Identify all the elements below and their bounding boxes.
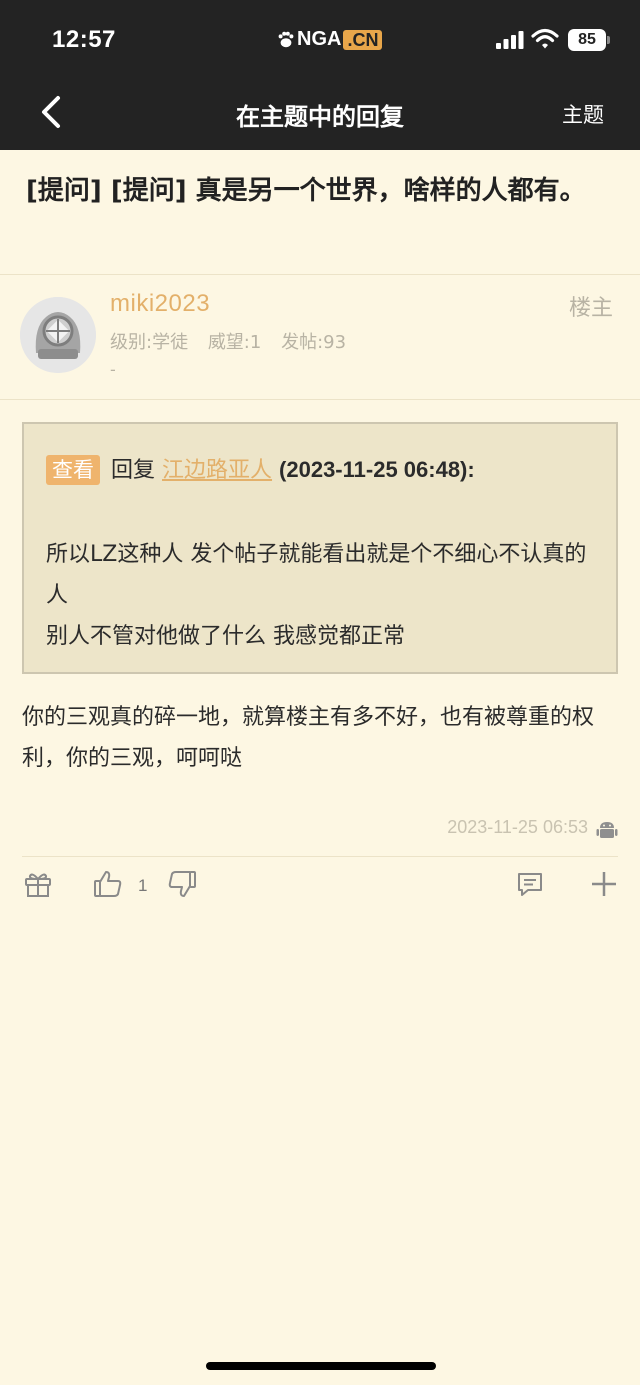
top-bar: 12:57 NGA .CN 85 在主题中的回复 主题 bbox=[0, 0, 640, 150]
reply-prefix: 回复 bbox=[111, 458, 156, 483]
add-icon[interactable] bbox=[588, 868, 620, 900]
diving-helmet-icon bbox=[20, 297, 96, 373]
home-indicator[interactable] bbox=[206, 1362, 436, 1370]
divider bbox=[0, 274, 640, 275]
topic-link-button[interactable]: 主题 bbox=[562, 99, 604, 129]
battery-tip bbox=[607, 36, 610, 44]
thumbs-down-icon[interactable] bbox=[166, 868, 198, 900]
author-meta: 级别:学徒 威望:1 发帖:93 bbox=[110, 328, 360, 354]
android-icon bbox=[596, 822, 618, 838]
author-username[interactable]: miki2023 bbox=[110, 290, 210, 318]
view-quote-button[interactable]: 查看 bbox=[46, 455, 100, 485]
comment-icon[interactable] bbox=[514, 868, 546, 900]
author-signature: - bbox=[110, 360, 116, 379]
brand-cn: .CN bbox=[343, 29, 383, 50]
author-posts: 发帖:93 bbox=[281, 332, 347, 353]
quoted-user-link[interactable]: 江边路亚人 bbox=[162, 458, 272, 483]
reply-content: 你的三观真的碎一地，就算楼主有多不好，也有被尊重的权利，你的三观，呵呵哒 bbox=[22, 705, 595, 771]
divider bbox=[0, 399, 640, 400]
status-time: 12:57 bbox=[52, 26, 116, 53]
quote-header: 查看 回复 江边路亚人 (2023-11-25 06:48): bbox=[46, 452, 475, 485]
post-timestamp: 2023-11-25 06:53 bbox=[447, 817, 588, 837]
author-prestige: 威望:1 bbox=[207, 332, 262, 353]
avatar[interactable] bbox=[20, 297, 96, 373]
author-level: 级别:学徒 bbox=[110, 332, 189, 353]
cellular-signal-icon bbox=[496, 31, 524, 49]
wifi-icon bbox=[531, 28, 559, 49]
paw-icon bbox=[278, 31, 294, 47]
thumbs-up-icon[interactable] bbox=[92, 868, 124, 900]
topic-title: [提问] [提问] 真是另一个世界，啥样的人都有。 bbox=[26, 176, 586, 206]
divider bbox=[22, 856, 618, 857]
quote-line: 所以LZ这种人 发个帖子就能看出就是个不细心不认真的人 bbox=[46, 542, 587, 608]
battery-indicator: 85 bbox=[568, 29, 606, 51]
quote-box: 查看 回复 江边路亚人 (2023-11-25 06:48): 所以LZ这种人 … bbox=[22, 422, 618, 674]
floor-label: 楼主 bbox=[568, 296, 613, 321]
gift-icon[interactable] bbox=[22, 868, 54, 900]
quoted-time: (2023-11-25 06:48): bbox=[279, 457, 475, 482]
quote-line: 别人不管对他做了什么 我感觉都正常 bbox=[46, 624, 405, 649]
page-title: 在主题中的回复 bbox=[236, 103, 404, 131]
quote-body: 所以LZ这种人 发个帖子就能看出就是个不细心不认真的人 别人不管对他做了什么 我… bbox=[46, 534, 606, 657]
brand-nga: NGA bbox=[297, 28, 342, 50]
nga-logo: NGA .CN bbox=[277, 28, 383, 51]
like-count: 1 bbox=[138, 876, 148, 895]
action-bar: 1 bbox=[0, 868, 640, 908]
